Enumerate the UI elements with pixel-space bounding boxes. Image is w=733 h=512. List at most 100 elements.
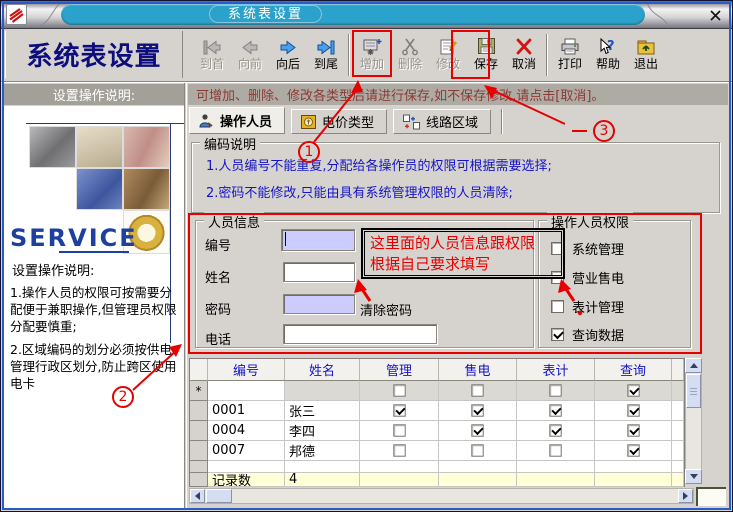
row-selector[interactable] <box>190 401 208 421</box>
toolbar-button-label: 增加 <box>360 56 384 72</box>
column-header[interactable]: 姓名 <box>285 359 360 381</box>
permission-row: 系统管理 <box>551 239 624 258</box>
row-selector[interactable]: * <box>190 381 208 401</box>
perm-checkbox[interactable] <box>471 444 483 456</box>
phone-input[interactable] <box>283 324 437 344</box>
perm-checkbox[interactable] <box>549 424 561 436</box>
cell-id[interactable]: 0007 <box>208 441 285 461</box>
column-header[interactable]: 编号 <box>208 359 285 381</box>
sidebar-note: 2.区域编码的划分必须按供电管理行政区划分,防止跨区使用电卡 <box>10 341 182 392</box>
password-input[interactable] <box>283 294 355 314</box>
modify-icon <box>438 32 459 56</box>
scroll-down-button[interactable] <box>685 469 702 484</box>
next-button[interactable]: 向后 <box>270 32 306 78</box>
perm-checkbox[interactable] <box>549 444 561 456</box>
toolbar-button-label: 到首 <box>200 56 224 72</box>
name-input[interactable] <box>283 262 355 282</box>
cell-id[interactable] <box>208 381 285 401</box>
cell-perm <box>439 461 517 473</box>
code-notes-group: 编码说明 1.人员编号不能重复,分配给各操作员的权限可根据需要选择; 2.密码不… <box>191 142 720 213</box>
toolbar-button-label: 帮助 <box>596 56 620 72</box>
cell-perm <box>595 401 672 421</box>
perm-checkbox[interactable] <box>627 424 639 436</box>
cell-filler <box>672 421 684 441</box>
perm-checkbox[interactable] <box>393 404 405 416</box>
permission-checkbox[interactable] <box>551 242 564 255</box>
perm-checkbox[interactable] <box>627 404 639 416</box>
cell-filler <box>672 401 684 421</box>
add-button[interactable]: 增加 <box>354 32 390 78</box>
cell-perm <box>517 441 595 461</box>
exit-button[interactable]: 退出 <box>628 32 664 78</box>
grid-header-row: 编号 姓名 管理 售电 表计 查询 <box>190 359 684 381</box>
help-button[interactable]: ? 帮助 <box>590 32 626 78</box>
cell-name[interactable]: 李四 <box>285 421 360 441</box>
cell-perm <box>360 421 439 441</box>
print-button[interactable]: 打印 <box>552 32 588 78</box>
cell-id[interactable]: 0004 <box>208 421 285 441</box>
group-legend: 编码说明 <box>200 134 260 153</box>
grid-empty-row <box>190 461 684 473</box>
cell-name[interactable]: 邦德 <box>285 441 360 461</box>
column-header[interactable]: 管理 <box>360 359 439 381</box>
permission-checkbox[interactable] <box>551 271 564 284</box>
toolbar-separator <box>348 34 350 76</box>
close-button[interactable] <box>706 7 724 23</box>
header-divider <box>1 81 733 83</box>
permissions-group: 操作人员权限 系统管理 营业售电 表计管理 查询数据 <box>538 220 691 348</box>
perm-checkbox[interactable] <box>393 444 405 456</box>
page-title: 系统表设置 <box>26 36 161 73</box>
tab-line-areas[interactable]: 线路区域 <box>393 109 491 134</box>
tab-price-types[interactable]: 电价类型 <box>291 109 387 134</box>
permission-checkbox[interactable] <box>551 300 564 313</box>
permission-row: 表计管理 <box>551 297 624 316</box>
permission-label: 查询数据 <box>572 325 624 344</box>
grid-data-row: 0001 张三 <box>190 401 684 421</box>
perm-checkbox[interactable] <box>627 444 639 456</box>
permission-label: 营业售电 <box>572 268 624 287</box>
perm-checkbox[interactable] <box>549 384 561 396</box>
scroll-left-button[interactable] <box>190 489 205 503</box>
perm-checkbox[interactable] <box>549 404 561 416</box>
horizontal-scrollbar[interactable] <box>189 488 694 504</box>
column-header[interactable]: 表计 <box>517 359 595 381</box>
perm-checkbox[interactable] <box>393 424 405 436</box>
row-selector[interactable] <box>190 441 208 461</box>
phone-label: 电话 <box>205 329 231 348</box>
prev-icon <box>239 32 261 56</box>
perm-checkbox[interactable] <box>471 404 483 416</box>
horizontal-scrollbar-thumb[interactable] <box>206 489 232 503</box>
cell-name[interactable]: 张三 <box>285 401 360 421</box>
perm-checkbox[interactable] <box>393 384 405 396</box>
sidebar-panel: SERVICE 设置操作说明: 1.操作人员的权限可按需要分配便于兼职操作,但管… <box>4 106 184 508</box>
tab-operators[interactable]: 操作人员 <box>189 107 285 134</box>
column-header[interactable]: 查询 <box>595 359 672 381</box>
scroll-up-button[interactable] <box>685 358 702 373</box>
last-icon <box>315 32 337 56</box>
perm-checkbox[interactable] <box>627 384 639 396</box>
collage-photo-tools <box>29 126 76 168</box>
perm-checkbox[interactable] <box>471 384 483 396</box>
perm-checkbox[interactable] <box>471 424 483 436</box>
row-selector[interactable] <box>190 461 208 473</box>
cell-filler <box>672 473 684 487</box>
toolbar-button-label: 取消 <box>512 56 536 72</box>
scroll-right-button[interactable] <box>678 489 693 503</box>
cell-name[interactable] <box>285 381 360 401</box>
clear-password-button[interactable]: 清除密码 <box>360 300 412 319</box>
service-brand-text: SERVICE <box>10 224 138 252</box>
cancel-button[interactable]: 取消 <box>506 32 542 78</box>
id-input[interactable] <box>281 229 355 251</box>
save-button[interactable]: 保存 <box>468 32 504 78</box>
last-button[interactable]: 到尾 <box>308 32 344 78</box>
column-header[interactable]: 售电 <box>439 359 517 381</box>
row-selector[interactable] <box>190 421 208 441</box>
vertical-scrollbar-thumb[interactable] <box>686 374 701 408</box>
help-icon: ? <box>597 32 619 56</box>
toolbar-button-label: 打印 <box>558 56 582 72</box>
grid-corner-cell <box>190 359 208 381</box>
cell-id[interactable]: 0001 <box>208 401 285 421</box>
grid-size-box <box>696 487 726 506</box>
permission-label: 表计管理 <box>572 297 624 316</box>
permission-checkbox[interactable] <box>551 328 564 341</box>
